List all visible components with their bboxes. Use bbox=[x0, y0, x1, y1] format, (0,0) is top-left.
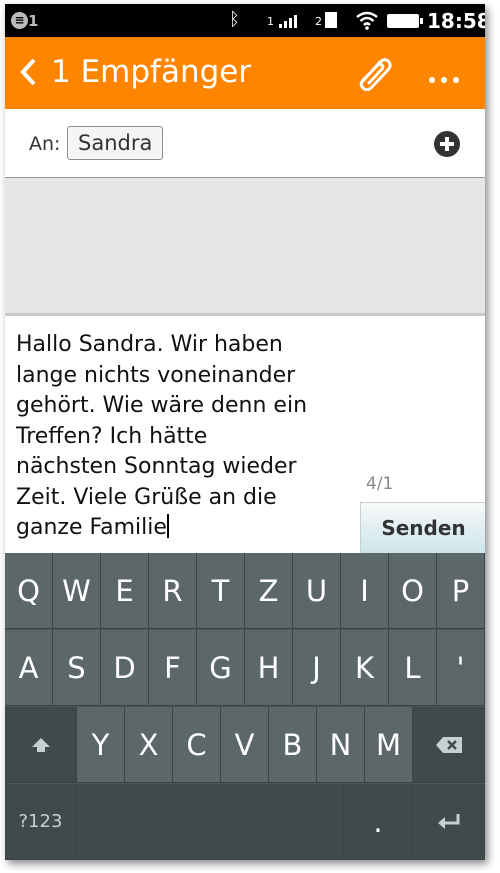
message-line: Treffen? Ich hätte bbox=[16, 423, 208, 449]
text-cursor bbox=[166, 514, 169, 538]
key-y[interactable]: Y bbox=[77, 707, 125, 783]
status-bar: ≡ 1 ᛒ 1 2 18:58 bbox=[5, 4, 485, 37]
keyboard-row-1: Q W E R T Z U I O P bbox=[5, 553, 485, 629]
key-r[interactable]: R bbox=[149, 553, 197, 629]
keyboard-row-4: ?123 . bbox=[5, 784, 485, 860]
key-g[interactable]: G bbox=[197, 630, 245, 706]
key-d[interactable]: D bbox=[101, 630, 149, 706]
key-k[interactable]: K bbox=[341, 630, 389, 706]
period-key[interactable]: . bbox=[344, 784, 413, 860]
key-a[interactable]: A bbox=[5, 630, 53, 706]
send-button[interactable]: Senden bbox=[360, 502, 485, 554]
app-header: 1 Empfänger bbox=[5, 37, 485, 109]
plus-circle-icon[interactable] bbox=[434, 131, 460, 157]
key-j[interactable]: J bbox=[293, 630, 341, 706]
key-o[interactable]: O bbox=[389, 553, 437, 629]
bluetooth-icon: ᛒ bbox=[229, 9, 240, 30]
shift-arrow-icon[interactable] bbox=[5, 707, 77, 783]
chevron-left-icon[interactable] bbox=[19, 57, 37, 92]
message-line: Zeit. Viele Grüße an die bbox=[16, 484, 277, 510]
key-u[interactable]: U bbox=[293, 553, 341, 629]
message-thread bbox=[5, 178, 485, 316]
recipient-chip[interactable]: Sandra bbox=[67, 126, 164, 160]
key-m[interactable]: M bbox=[365, 707, 413, 783]
key-apostrophe[interactable]: ' bbox=[437, 630, 485, 706]
key-q[interactable]: Q bbox=[5, 553, 53, 629]
page-title: 1 Empfänger bbox=[51, 54, 252, 90]
char-counter: 4/1 bbox=[366, 474, 394, 494]
key-t[interactable]: T bbox=[197, 553, 245, 629]
message-input[interactable]: Hallo Sandra. Wir haben lange nichts von… bbox=[16, 330, 361, 544]
key-z[interactable]: Z bbox=[245, 553, 293, 629]
key-p[interactable]: P bbox=[437, 553, 485, 629]
message-line: gehört. Wie wäre denn ein bbox=[16, 393, 308, 418]
key-b[interactable]: B bbox=[269, 707, 317, 783]
backspace-icon[interactable] bbox=[413, 707, 485, 783]
keyboard-row-3: Y X C V B N M bbox=[5, 707, 485, 783]
enter-return-icon[interactable] bbox=[413, 784, 485, 860]
message-line: nächsten Sonntag wieder bbox=[16, 454, 297, 479]
sim1-label: 1 bbox=[267, 15, 274, 28]
compose-area[interactable]: Hallo Sandra. Wir haben lange nichts von… bbox=[5, 316, 485, 554]
to-label: An: bbox=[29, 133, 61, 155]
more-dots-icon[interactable] bbox=[429, 68, 465, 87]
key-i[interactable]: I bbox=[341, 553, 389, 629]
symbols-key[interactable]: ?123 bbox=[5, 784, 77, 860]
key-v[interactable]: V bbox=[221, 707, 269, 783]
recipient-bar: An: Sandra bbox=[5, 109, 485, 178]
notification-icon[interactable]: ≡ bbox=[11, 12, 28, 29]
clock: 18:58 bbox=[427, 9, 485, 33]
key-h[interactable]: H bbox=[245, 630, 293, 706]
space-key[interactable] bbox=[77, 784, 344, 860]
sim2-label: 2 bbox=[315, 15, 322, 28]
keyboard: Q W E R T Z U I O P A S D F G H J K L ' bbox=[5, 553, 485, 860]
message-line: lange nichts voneinander bbox=[16, 362, 296, 388]
notification-count: 1 bbox=[28, 12, 39, 30]
key-c[interactable]: C bbox=[173, 707, 221, 783]
paperclip-icon[interactable] bbox=[355, 55, 393, 95]
key-l[interactable]: L bbox=[389, 630, 437, 706]
message-last-line-wrap: ganze Familie bbox=[16, 513, 361, 544]
key-n[interactable]: N bbox=[317, 707, 365, 783]
signal-strength-icon bbox=[279, 14, 301, 28]
key-f[interactable]: F bbox=[149, 630, 197, 706]
message-line: ganze Familie bbox=[16, 515, 167, 540]
phone-screen: ≡ 1 ᛒ 1 2 18:58 1 Empfänger An: Sandra H… bbox=[5, 4, 485, 860]
key-e[interactable]: E bbox=[101, 553, 149, 629]
sim-card-icon bbox=[325, 12, 337, 28]
message-line: Hallo Sandra. Wir haben bbox=[16, 332, 283, 357]
key-x[interactable]: X bbox=[125, 707, 173, 783]
battery-icon bbox=[387, 14, 423, 28]
key-w[interactable]: W bbox=[53, 553, 101, 629]
key-s[interactable]: S bbox=[53, 630, 101, 706]
wifi-icon bbox=[356, 11, 378, 30]
keyboard-row-2: A S D F G H J K L ' bbox=[5, 630, 485, 706]
